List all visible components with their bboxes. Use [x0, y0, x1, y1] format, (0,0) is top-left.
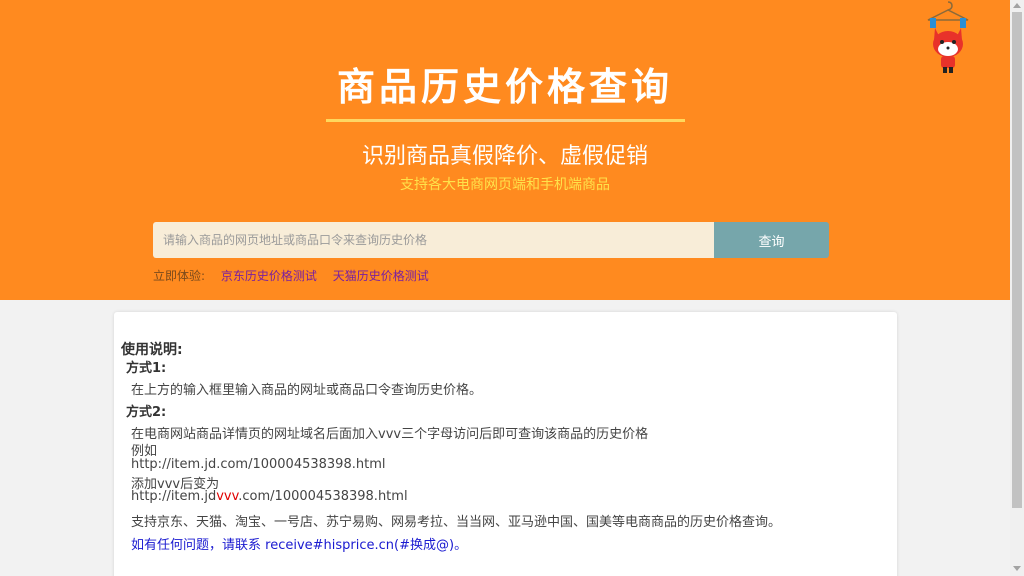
- after-url-prefix: http://item.jd: [131, 489, 217, 504]
- method2-text: 在电商网站商品详情页的网址域名后面加入vvv三个字母访问后即可查询该商品的历史价…: [131, 427, 649, 442]
- search-button[interactable]: 查询: [714, 222, 829, 258]
- method2-label: 方式2:: [126, 405, 167, 420]
- instructions-card: 使用说明: 方式1: 在上方的输入框里输入商品的网址或商品口令查询历史价格。 方…: [114, 312, 897, 576]
- search-input[interactable]: [153, 222, 714, 258]
- method1-label: 方式1:: [126, 361, 167, 376]
- after-url-suffix: .com/100004538398.html: [238, 489, 408, 504]
- instructions-heading: 使用说明:: [121, 342, 183, 358]
- page-tagline: 支持各大电商网页端和手机端商品: [400, 177, 610, 193]
- example-url: http://item.jd.com/100004538398.html: [131, 457, 386, 472]
- try-link-tmall[interactable]: 天猫历史价格测试: [333, 269, 429, 283]
- page-title: 商品历史价格查询: [336, 65, 673, 109]
- vertical-scrollbar[interactable]: [1010, 0, 1024, 576]
- scroll-down-arrow-icon[interactable]: [1013, 566, 1021, 571]
- title-underline: [326, 119, 685, 122]
- scroll-up-arrow-icon[interactable]: [1013, 3, 1021, 8]
- try-link-jd[interactable]: 京东历史价格测试: [221, 269, 317, 283]
- page: 商品历史价格查询 识别商品真假降价、虚假促销 支持各大电商网页端和手机端商品 查…: [0, 0, 1024, 576]
- page-subtitle: 识别商品真假降价、虚假促销: [361, 144, 648, 169]
- contact-text: 如有任何问题，请联系 receive#hisprice.cn(#换成@)。: [131, 538, 468, 553]
- scroll-thumb[interactable]: [1012, 12, 1022, 508]
- header-banner: 商品历史价格查询 识别商品真假降价、虚假促销 支持各大电商网页端和手机端商品 查…: [0, 0, 1010, 300]
- supported-sites-text: 支持京东、天猫、淘宝、一号店、苏宁易购、网易考拉、当当网、亚马逊中国、国美等电商…: [131, 515, 782, 530]
- method1-text: 在上方的输入框里输入商品的网址或商品口令查询历史价格。: [131, 383, 483, 398]
- after-url: http://item.jdvvv.com/100004538398.html: [131, 489, 408, 504]
- fox-mascot-on-hanger-icon: [927, 1, 969, 73]
- after-url-highlight: vvv: [216, 489, 239, 504]
- try-links-row: 立即体验: 京东历史价格测试 天猫历史价格测试: [153, 267, 429, 284]
- try-label: 立即体验:: [153, 269, 206, 283]
